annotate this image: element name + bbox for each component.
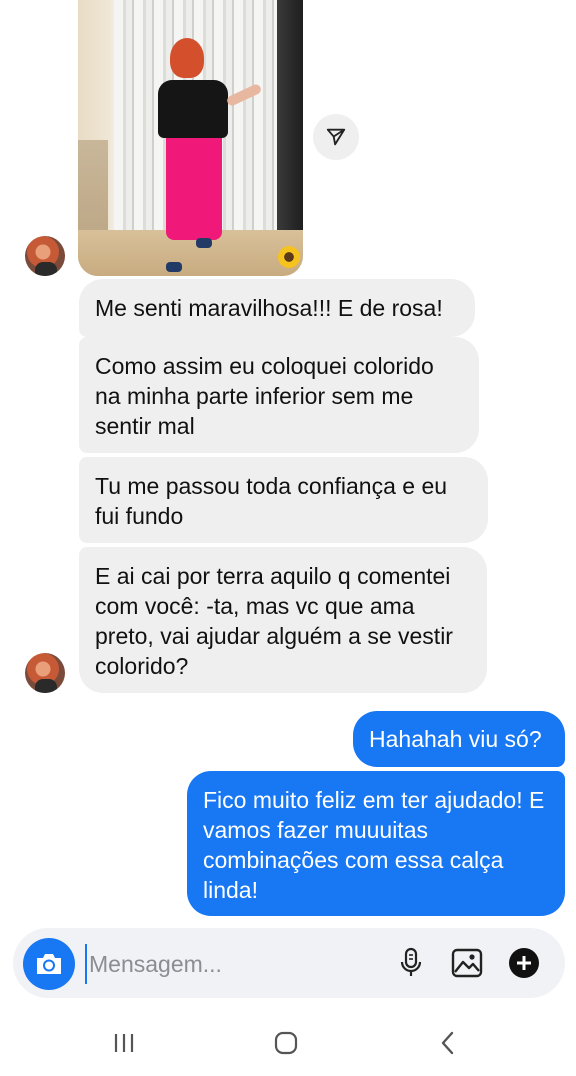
photo-shoe — [166, 262, 182, 272]
camera-button[interactable] — [23, 938, 75, 990]
message-bubble-outgoing[interactable]: Fico muito feliz em ter ajudado! E vamos… — [187, 771, 565, 916]
photo-shoe — [196, 238, 212, 248]
photo-head — [170, 38, 204, 78]
message-bubble-incoming[interactable]: Como assim eu coloquei colorido na minha… — [79, 337, 479, 453]
recent-apps-icon — [114, 1034, 134, 1052]
system-navigation-bar — [0, 1008, 576, 1076]
gallery-button[interactable] — [449, 945, 485, 981]
message-composer — [13, 928, 565, 998]
message-bubble-incoming[interactable]: E ai cai por terra aquilo q comentei com… — [79, 547, 487, 693]
message-input[interactable] — [85, 944, 385, 984]
avatar[interactable] — [25, 653, 65, 693]
message-text: Tu me passou toda confiança e eu fui fun… — [95, 473, 448, 529]
message-bubble-incoming[interactable]: Tu me passou toda confiança e eu fui fun… — [79, 457, 488, 543]
back-button[interactable] — [428, 1028, 468, 1058]
home-button[interactable] — [266, 1028, 306, 1058]
share-button[interactable] — [313, 114, 359, 160]
message-text: Como assim eu coloquei colorido na minha… — [95, 353, 434, 439]
plus-circle-icon — [509, 948, 539, 978]
recent-apps-button[interactable] — [104, 1028, 144, 1058]
message-bubble-outgoing[interactable]: Hahahah viu só? — [353, 711, 565, 767]
microphone-icon — [400, 947, 422, 976]
shared-photo[interactable] — [78, 0, 303, 276]
more-button[interactable] — [506, 945, 542, 981]
camera-icon — [37, 954, 61, 974]
message-text: Fico muito feliz em ter ajudado! E vamos… — [203, 787, 545, 903]
photo-black-shirt — [158, 80, 228, 138]
avatar[interactable] — [25, 236, 65, 276]
message-bubble-incoming[interactable]: Me senti maravilhosa!!! E de rosa! — [79, 279, 475, 337]
message-text: E ai cai por terra aquilo q comentei com… — [95, 563, 453, 679]
back-icon — [441, 1031, 454, 1055]
photo-sunflower — [278, 246, 300, 268]
photo-dark-curtain — [277, 0, 303, 235]
message-text: Me senti maravilhosa!!! E de rosa! — [95, 295, 443, 321]
photo-pink-pants — [166, 130, 222, 240]
microphone-button[interactable] — [393, 945, 429, 981]
image-icon — [451, 948, 483, 978]
home-icon — [274, 1031, 298, 1055]
message-text: Hahahah viu só? — [369, 726, 542, 752]
paper-plane-icon — [326, 128, 346, 146]
